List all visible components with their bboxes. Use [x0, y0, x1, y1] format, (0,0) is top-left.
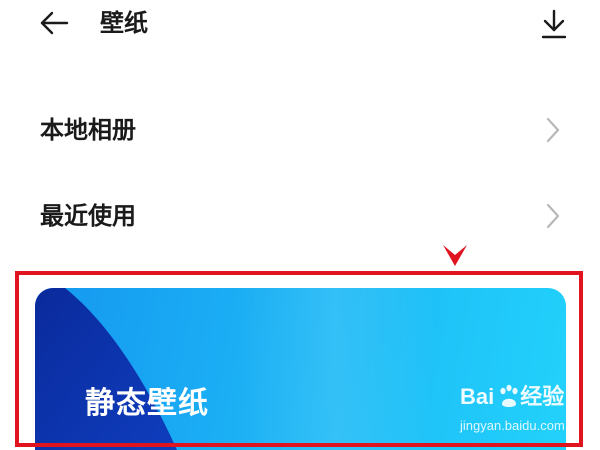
chevron-right-icon: [546, 203, 560, 229]
watermark-brand-right: 经验: [520, 384, 565, 409]
back-arrow-icon: [40, 11, 69, 35]
watermark-url: jingyan.baidu.com: [460, 418, 565, 433]
red-down-arrow-icon: [443, 245, 467, 266]
chevron-right-icon: [546, 117, 560, 143]
header-bar: 壁纸: [0, 0, 600, 48]
page-title: 壁纸: [100, 9, 148, 37]
watermark-brand-left: Bai: [460, 384, 495, 409]
menu-item-local-album[interactable]: 本地相册: [0, 100, 600, 160]
paw-icon: [500, 384, 518, 407]
menu-item-recent[interactable]: 最近使用: [0, 186, 600, 246]
baidu-jingyan-watermark: Bai 经验 jingyan.baidu.com: [460, 384, 570, 440]
back-button[interactable]: [34, 6, 74, 40]
download-button[interactable]: [536, 6, 572, 42]
download-icon: [541, 9, 567, 39]
menu-item-label: 最近使用: [40, 202, 136, 230]
menu-item-label: 本地相册: [40, 116, 136, 144]
wallpaper-settings-screen: 壁纸 本地相册 最近使用 静态壁纸 Bai 经验 jingyan.baidu.c…: [0, 0, 600, 450]
